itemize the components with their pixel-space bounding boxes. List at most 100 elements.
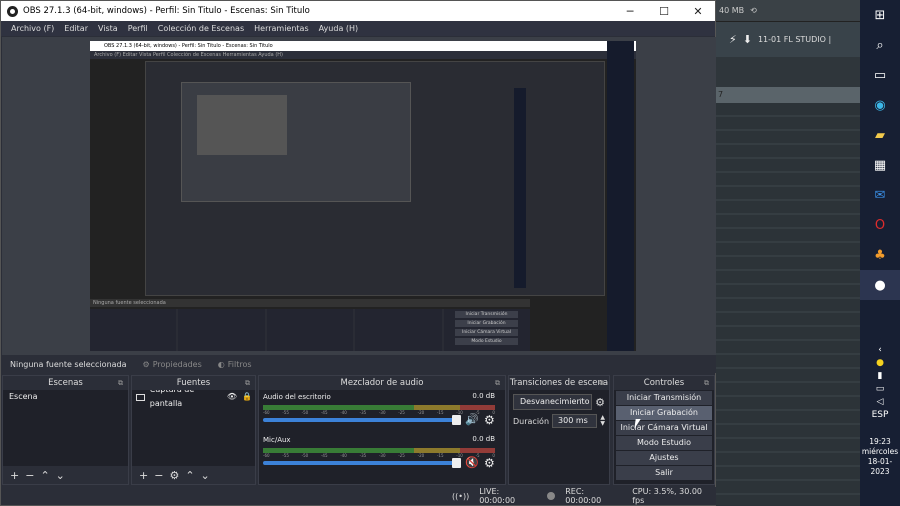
rec-indicator-icon xyxy=(547,492,556,500)
move-up-button[interactable]: ⌃ xyxy=(185,469,194,482)
slider-handle[interactable] xyxy=(452,458,461,468)
file-explorer-icon[interactable]: ▰ xyxy=(860,120,900,150)
minimize-button[interactable]: ─ xyxy=(613,1,647,21)
close-button[interactable]: ✕ xyxy=(681,1,715,21)
gear-icon[interactable]: ⚙ xyxy=(595,396,605,409)
remove-source-button[interactable]: − xyxy=(154,469,163,482)
exit-button[interactable]: Salir xyxy=(616,466,712,480)
move-up-button[interactable]: ⌃ xyxy=(40,469,49,482)
tick-label: -55 xyxy=(282,410,289,415)
plugin-icon[interactable]: ⚡ xyxy=(729,33,737,46)
dock-float-icon[interactable]: ⧉ xyxy=(704,376,709,390)
taskbar-clock[interactable]: 19:23 miércoles 18-01-2023 xyxy=(860,437,900,477)
add-source-button[interactable]: + xyxy=(139,469,148,482)
tick-label: -20 xyxy=(417,453,425,458)
lock-icon[interactable]: 🔒 xyxy=(242,390,255,404)
tick-label: -25 xyxy=(398,453,405,458)
volume-slider[interactable] xyxy=(263,458,461,468)
mail-icon[interactable]: ✉ xyxy=(860,180,900,210)
nested-control-label: Iniciar Transmisión xyxy=(455,311,518,318)
menu-edit[interactable]: Editar xyxy=(64,24,88,33)
bg-memory-label: 40 MB xyxy=(719,6,745,15)
maximize-button[interactable]: ☐ xyxy=(647,1,681,21)
volume-slider[interactable] xyxy=(263,415,461,425)
move-down-button[interactable]: ⌄ xyxy=(56,469,65,482)
add-scene-button[interactable]: + xyxy=(10,469,19,482)
filters-button[interactable]: ◐ Filtros xyxy=(218,360,252,369)
speaker-muted-icon[interactable]: 🔇 xyxy=(465,456,479,469)
volume-meter xyxy=(263,405,495,410)
menu-file[interactable]: Archivo (F) xyxy=(11,24,54,33)
fl-studio-icon[interactable]: ♣ xyxy=(860,240,900,270)
filter-icon: ◐ xyxy=(217,359,225,369)
remove-scene-button[interactable]: − xyxy=(25,469,34,482)
windows-start-icon[interactable]: ⊞ xyxy=(860,0,900,30)
transitions-dock-title: Transiciones de escena ⧉ xyxy=(509,376,609,390)
dock-float-icon[interactable]: ⧉ xyxy=(118,376,123,390)
nested-control-label: Iniciar Grabación xyxy=(455,320,518,327)
language-indicator[interactable]: ESP xyxy=(872,410,889,420)
edge-icon[interactable]: ◉ xyxy=(860,90,900,120)
microphone-icon[interactable]: ▮ xyxy=(878,371,883,381)
network-icon[interactable]: ▭ xyxy=(876,384,885,394)
transitions-title: Transiciones de escena xyxy=(509,378,609,388)
start-streaming-button[interactable]: Iniciar Transmisión xyxy=(616,391,712,405)
duration-stepper[interactable]: ▲ ▼ xyxy=(600,415,605,427)
speaker-icon[interactable]: 🔊 xyxy=(465,413,479,426)
tick-label: -30 xyxy=(378,410,386,415)
dock-float-icon[interactable]: ⧉ xyxy=(495,376,500,390)
settings-button[interactable]: Ajustes xyxy=(616,451,712,465)
studio-mode-button[interactable]: Modo Estudio xyxy=(616,436,712,450)
opera-icon[interactable]: O xyxy=(860,210,900,240)
chevron-up-icon[interactable]: ‹ xyxy=(878,345,882,355)
no-source-label: Ninguna fuente seleccionada xyxy=(10,359,127,369)
visibility-eye-icon[interactable]: 👁 xyxy=(227,390,237,404)
menu-help[interactable]: Ayuda (H) xyxy=(319,24,359,33)
tick-label: -50 xyxy=(301,453,309,458)
tick-label: -50 xyxy=(301,410,309,415)
channel-db: 0.0 dB xyxy=(472,435,495,443)
menu-profile[interactable]: Perfil xyxy=(128,24,148,33)
source-item[interactable]: Captura de pantalla 👁 🔒 xyxy=(132,385,255,408)
controls-dock-title: Controles ⧉ xyxy=(614,376,714,390)
mixer-channels: Audio del escritorio 0.0 dB -60 -55 -50 -45… xyxy=(259,390,505,480)
source-toolbar: Ninguna fuente seleccionada ⚙ Propiedades… xyxy=(2,355,716,373)
source-settings-icon[interactable]: ⚙ xyxy=(169,469,179,482)
gear-icon[interactable]: ⚙ xyxy=(484,456,495,470)
controls-dock: Controles ⧉ Iniciar Transmisión Iniciar G… xyxy=(613,375,715,485)
properties-button[interactable]: ⚙ Propiedades xyxy=(143,360,202,369)
task-view-icon[interactable]: ▭ xyxy=(860,60,900,90)
menu-tools[interactable]: Herramientas xyxy=(254,24,309,33)
start-recording-button[interactable]: Iniciar Grabación xyxy=(616,406,712,420)
volume-icon[interactable]: ◁ xyxy=(877,397,884,407)
dock-float-icon[interactable]: ⧉ xyxy=(245,376,250,390)
channel-name: Mic/Aux xyxy=(263,436,291,444)
norton-icon[interactable]: ● xyxy=(876,358,884,368)
tick-label: -35 xyxy=(359,453,367,458)
undo-icon[interactable]: ⟲ xyxy=(750,6,757,15)
menu-scene-collection[interactable]: Colección de Escenas xyxy=(158,24,244,33)
tick-label: -35 xyxy=(359,410,367,415)
store-icon[interactable]: ▦ xyxy=(860,150,900,180)
gear-icon[interactable]: ⚙ xyxy=(484,413,495,427)
slider-handle[interactable] xyxy=(452,415,461,425)
move-down-button[interactable]: ⌄ xyxy=(201,469,210,482)
mixer-channel-mic: Mic/Aux 0.0 dB -60 -55 -50 -45 -40 -35 -30 -25 -… xyxy=(263,435,501,477)
tick-label: -60 xyxy=(263,410,270,415)
menu-view[interactable]: Vista xyxy=(98,24,118,33)
duration-input[interactable]: 300 ms xyxy=(552,414,598,428)
dock-float-icon[interactable]: ⧉ xyxy=(599,376,604,390)
preview-canvas[interactable]: OBS 27.1.3 (64-bit, windows) - Perfil: S… xyxy=(2,37,716,355)
mixer-title: Mezclador de audio xyxy=(340,378,424,388)
volume-meter xyxy=(263,448,495,453)
scene-item[interactable]: Escena xyxy=(3,390,128,404)
clock-date: 18-01-2023 xyxy=(867,457,893,476)
download-icon[interactable]: ⬇ xyxy=(743,33,752,46)
screen-capture-preview: OBS 27.1.3 (64-bit, windows) - Perfil: S… xyxy=(90,41,636,351)
transition-select[interactable]: Desvanecimiento ⌃⌄ xyxy=(513,394,593,410)
tick-label: -40 xyxy=(340,453,347,458)
obs-icon[interactable]: ● xyxy=(860,270,900,300)
cpu-status: CPU: 3.5%, 30.00 fps xyxy=(632,487,703,505)
search-icon[interactable]: ⌕ xyxy=(860,30,900,60)
start-virtual-camera-button[interactable]: Iniciar Cámara Virtual xyxy=(616,421,712,435)
